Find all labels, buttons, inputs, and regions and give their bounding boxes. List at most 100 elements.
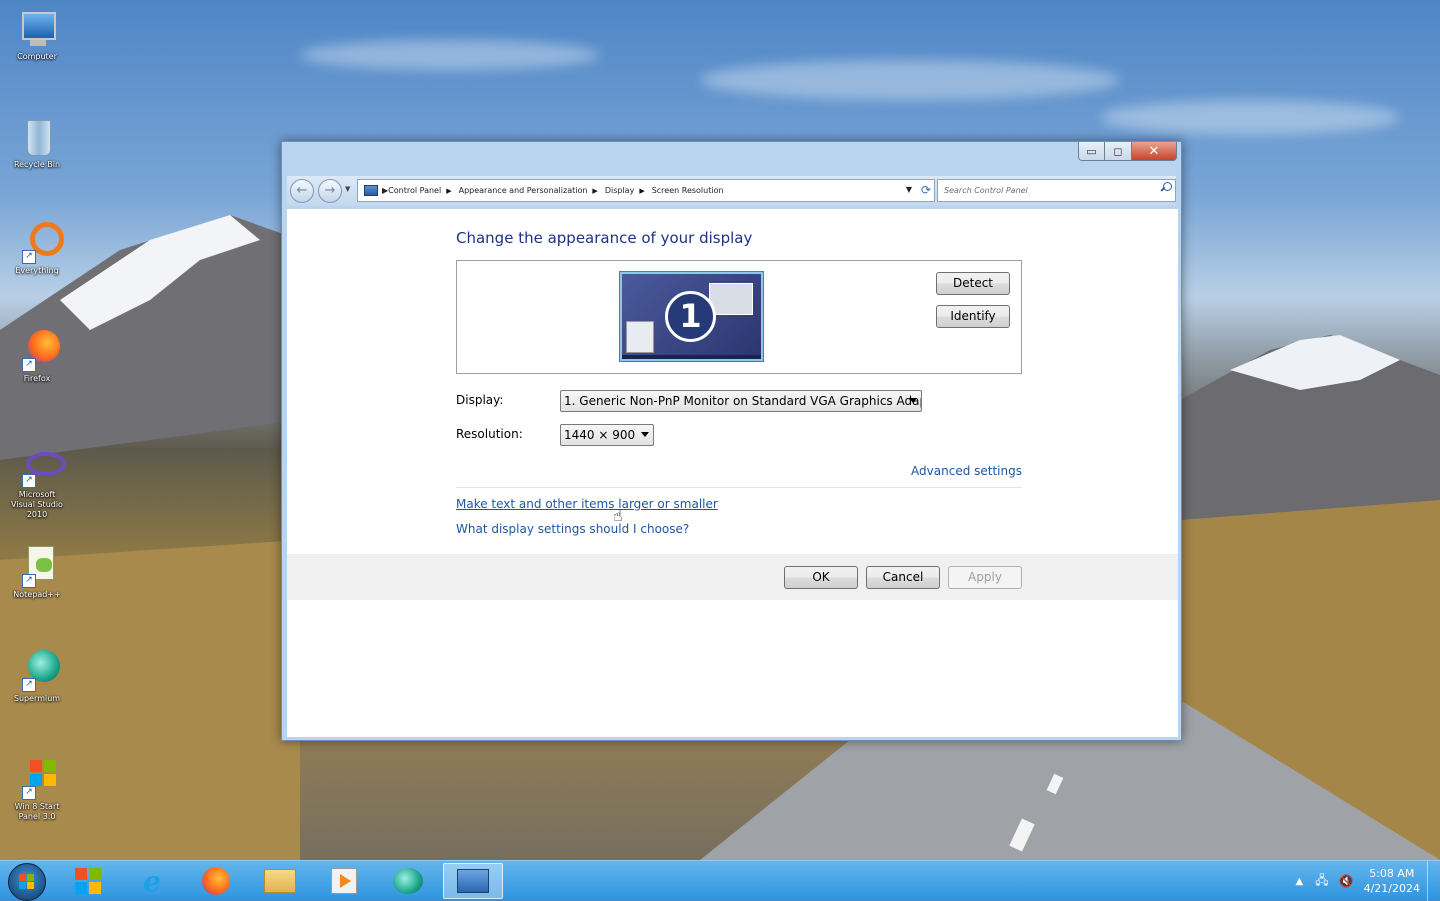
- monitor-number: 1: [665, 291, 716, 342]
- breadcrumb-separator-icon[interactable]: ▶: [592, 187, 597, 195]
- resolution-select[interactable]: 1440 × 900: [560, 424, 654, 446]
- window-graphic: [626, 321, 654, 353]
- start-button[interactable]: [8, 863, 46, 901]
- recent-pages-dropdown[interactable]: ▼: [345, 185, 350, 193]
- breadcrumb: Control Panel ▶ Appearance and Personali…: [388, 186, 723, 195]
- content-pane: Change the appearance of your display 1 …: [287, 209, 1178, 737]
- media-player-icon: [331, 868, 357, 894]
- desktop-icon-supermium[interactable]: ↗ Supermium: [6, 650, 68, 704]
- display-select[interactable]: 1. Generic Non-PnP Monitor on Standard V…: [560, 390, 922, 412]
- search-input[interactable]: Search Control Panel: [937, 179, 1176, 202]
- windows-flag-icon: [75, 868, 101, 894]
- clock-time: 5:08 AM: [1369, 867, 1415, 880]
- desktop-icon-firefox[interactable]: ↗ Firefox: [6, 330, 68, 384]
- taskbar-media-player[interactable]: [322, 863, 366, 899]
- breadcrumb-appearance[interactable]: Appearance and Personalization: [459, 186, 588, 195]
- hand-cursor-icon: ☝: [613, 506, 623, 525]
- monitor-1-thumbnail[interactable]: 1: [619, 271, 764, 362]
- breadcrumb-control-panel[interactable]: Control Panel: [388, 186, 441, 195]
- identify-button[interactable]: Identify: [936, 305, 1010, 328]
- computer-icon: [16, 8, 58, 50]
- breadcrumb-separator-icon[interactable]: ▶: [639, 187, 644, 195]
- back-button[interactable]: ←: [290, 179, 314, 203]
- search-placeholder: Search Control Panel: [944, 186, 1028, 195]
- notepad-plus-plus-icon: ↗: [16, 546, 58, 588]
- system-tray: ▲ 🖧 🔇 5:08 AM 4/21/2024: [1296, 861, 1420, 901]
- internet-explorer-icon: e: [143, 864, 161, 898]
- apply-button[interactable]: Apply: [948, 566, 1022, 589]
- desktop-icon-label: Microsoft Visual Studio 2010: [11, 490, 63, 519]
- clock-date: 4/21/2024: [1363, 882, 1420, 895]
- taskbar-internet-explorer[interactable]: e: [130, 863, 174, 899]
- address-dropdown-icon[interactable]: ▼: [906, 185, 912, 194]
- monitor-taskbar-graphic: [622, 355, 761, 359]
- desktop-icon-win8-start-panel[interactable]: ↗ Win 8 Start Panel 3.0: [6, 758, 68, 822]
- desktop-icon-label: Computer: [17, 52, 57, 61]
- desktop-icon-everything[interactable]: ↗ Everything: [6, 222, 68, 276]
- chevron-down-icon: [641, 432, 649, 437]
- maximize-button[interactable]: ◻: [1105, 142, 1132, 161]
- display-label: Display:: [456, 393, 504, 407]
- supermium-icon: [393, 868, 423, 894]
- desktop-icon-visual-studio[interactable]: ↗ Microsoft Visual Studio 2010: [6, 446, 68, 520]
- close-button[interactable]: ✕: [1132, 142, 1177, 161]
- dialog-footer: OK Cancel Apply: [287, 554, 1178, 600]
- shortcut-arrow-icon: ↗: [22, 358, 36, 372]
- network-icon[interactable]: 🖧: [1315, 871, 1328, 892]
- forward-arrow-icon: →: [324, 183, 336, 198]
- forward-button[interactable]: →: [318, 179, 342, 203]
- supermium-icon: ↗: [16, 650, 60, 692]
- text-size-link[interactable]: Make text and other items larger or smal…: [456, 497, 718, 511]
- advanced-settings-link[interactable]: Advanced settings: [911, 464, 1022, 478]
- shortcut-arrow-icon: ↗: [22, 678, 36, 692]
- desktop-icon-notepad-plus-plus[interactable]: ↗ Notepad++: [6, 546, 68, 600]
- breadcrumb-separator-icon[interactable]: ▶: [446, 187, 451, 195]
- cancel-button[interactable]: Cancel: [866, 566, 940, 589]
- desktop-icon-label: Recycle Bin: [13, 160, 61, 169]
- taskbar-control-panel[interactable]: [443, 863, 503, 899]
- divider: [456, 487, 1022, 488]
- desktop-icon-recycle-bin[interactable]: Recycle Bin: [6, 116, 68, 170]
- taskbar-supermium[interactable]: [386, 863, 430, 899]
- address-bar[interactable]: ▶ Control Panel ▶ Appearance and Persona…: [357, 179, 935, 202]
- breadcrumb-display[interactable]: Display: [605, 186, 635, 195]
- refresh-icon[interactable]: ⟳: [921, 183, 931, 197]
- shortcut-arrow-icon: ↗: [22, 786, 36, 800]
- back-arrow-icon: ←: [296, 183, 308, 198]
- minimize-button[interactable]: ▭: [1078, 142, 1105, 161]
- control-panel-icon: [364, 185, 378, 196]
- windows-flag-icon: ↗: [16, 758, 58, 800]
- firefox-icon: ↗: [16, 330, 60, 372]
- taskbar: e ▲ 🖧 🔇 5:08 AM 4/21/2024: [0, 860, 1440, 901]
- desktop-icon-label: Everything: [15, 266, 59, 275]
- volume-muted-icon[interactable]: 🔇: [1339, 874, 1354, 888]
- desktop-icon-label: Firefox: [23, 374, 51, 383]
- window-graphic: [709, 283, 753, 315]
- visual-studio-icon: ↗: [16, 446, 66, 488]
- windows-logo-icon: [19, 874, 35, 890]
- taskbar-win8-start-panel[interactable]: [66, 863, 110, 899]
- taskbar-file-explorer[interactable]: [258, 863, 302, 899]
- show-hidden-icons-icon[interactable]: ▲: [1296, 876, 1304, 887]
- desktop-icon-label: Notepad++: [13, 590, 61, 599]
- show-desktop-button[interactable]: [1427, 861, 1440, 901]
- breadcrumb-screen-resolution[interactable]: Screen Resolution: [652, 186, 724, 195]
- shortcut-arrow-icon: ↗: [22, 474, 36, 488]
- everything-icon: ↗: [16, 222, 64, 264]
- desktop-icon-label: Win 8 Start Panel 3.0: [14, 802, 60, 821]
- ok-button[interactable]: OK: [784, 566, 858, 589]
- search-icon[interactable]: [1161, 182, 1172, 192]
- resolution-label: Resolution:: [456, 427, 523, 441]
- window-titlebar[interactable]: ▭ ◻ ✕: [282, 142, 1181, 172]
- taskbar-firefox[interactable]: [194, 863, 238, 899]
- help-link[interactable]: What display settings should I choose?: [456, 522, 689, 536]
- detect-button[interactable]: Detect: [936, 272, 1010, 295]
- shortcut-arrow-icon: ↗: [22, 574, 36, 588]
- recycle-bin-icon: [16, 116, 58, 158]
- desktop-icon-computer[interactable]: Computer: [6, 8, 68, 62]
- clock[interactable]: 5:08 AM 4/21/2024: [1364, 866, 1420, 896]
- chevron-down-icon: [909, 398, 917, 403]
- control-panel-icon: [457, 869, 489, 893]
- shortcut-arrow-icon: ↗: [22, 250, 36, 264]
- page-title: Change the appearance of your display: [456, 229, 753, 247]
